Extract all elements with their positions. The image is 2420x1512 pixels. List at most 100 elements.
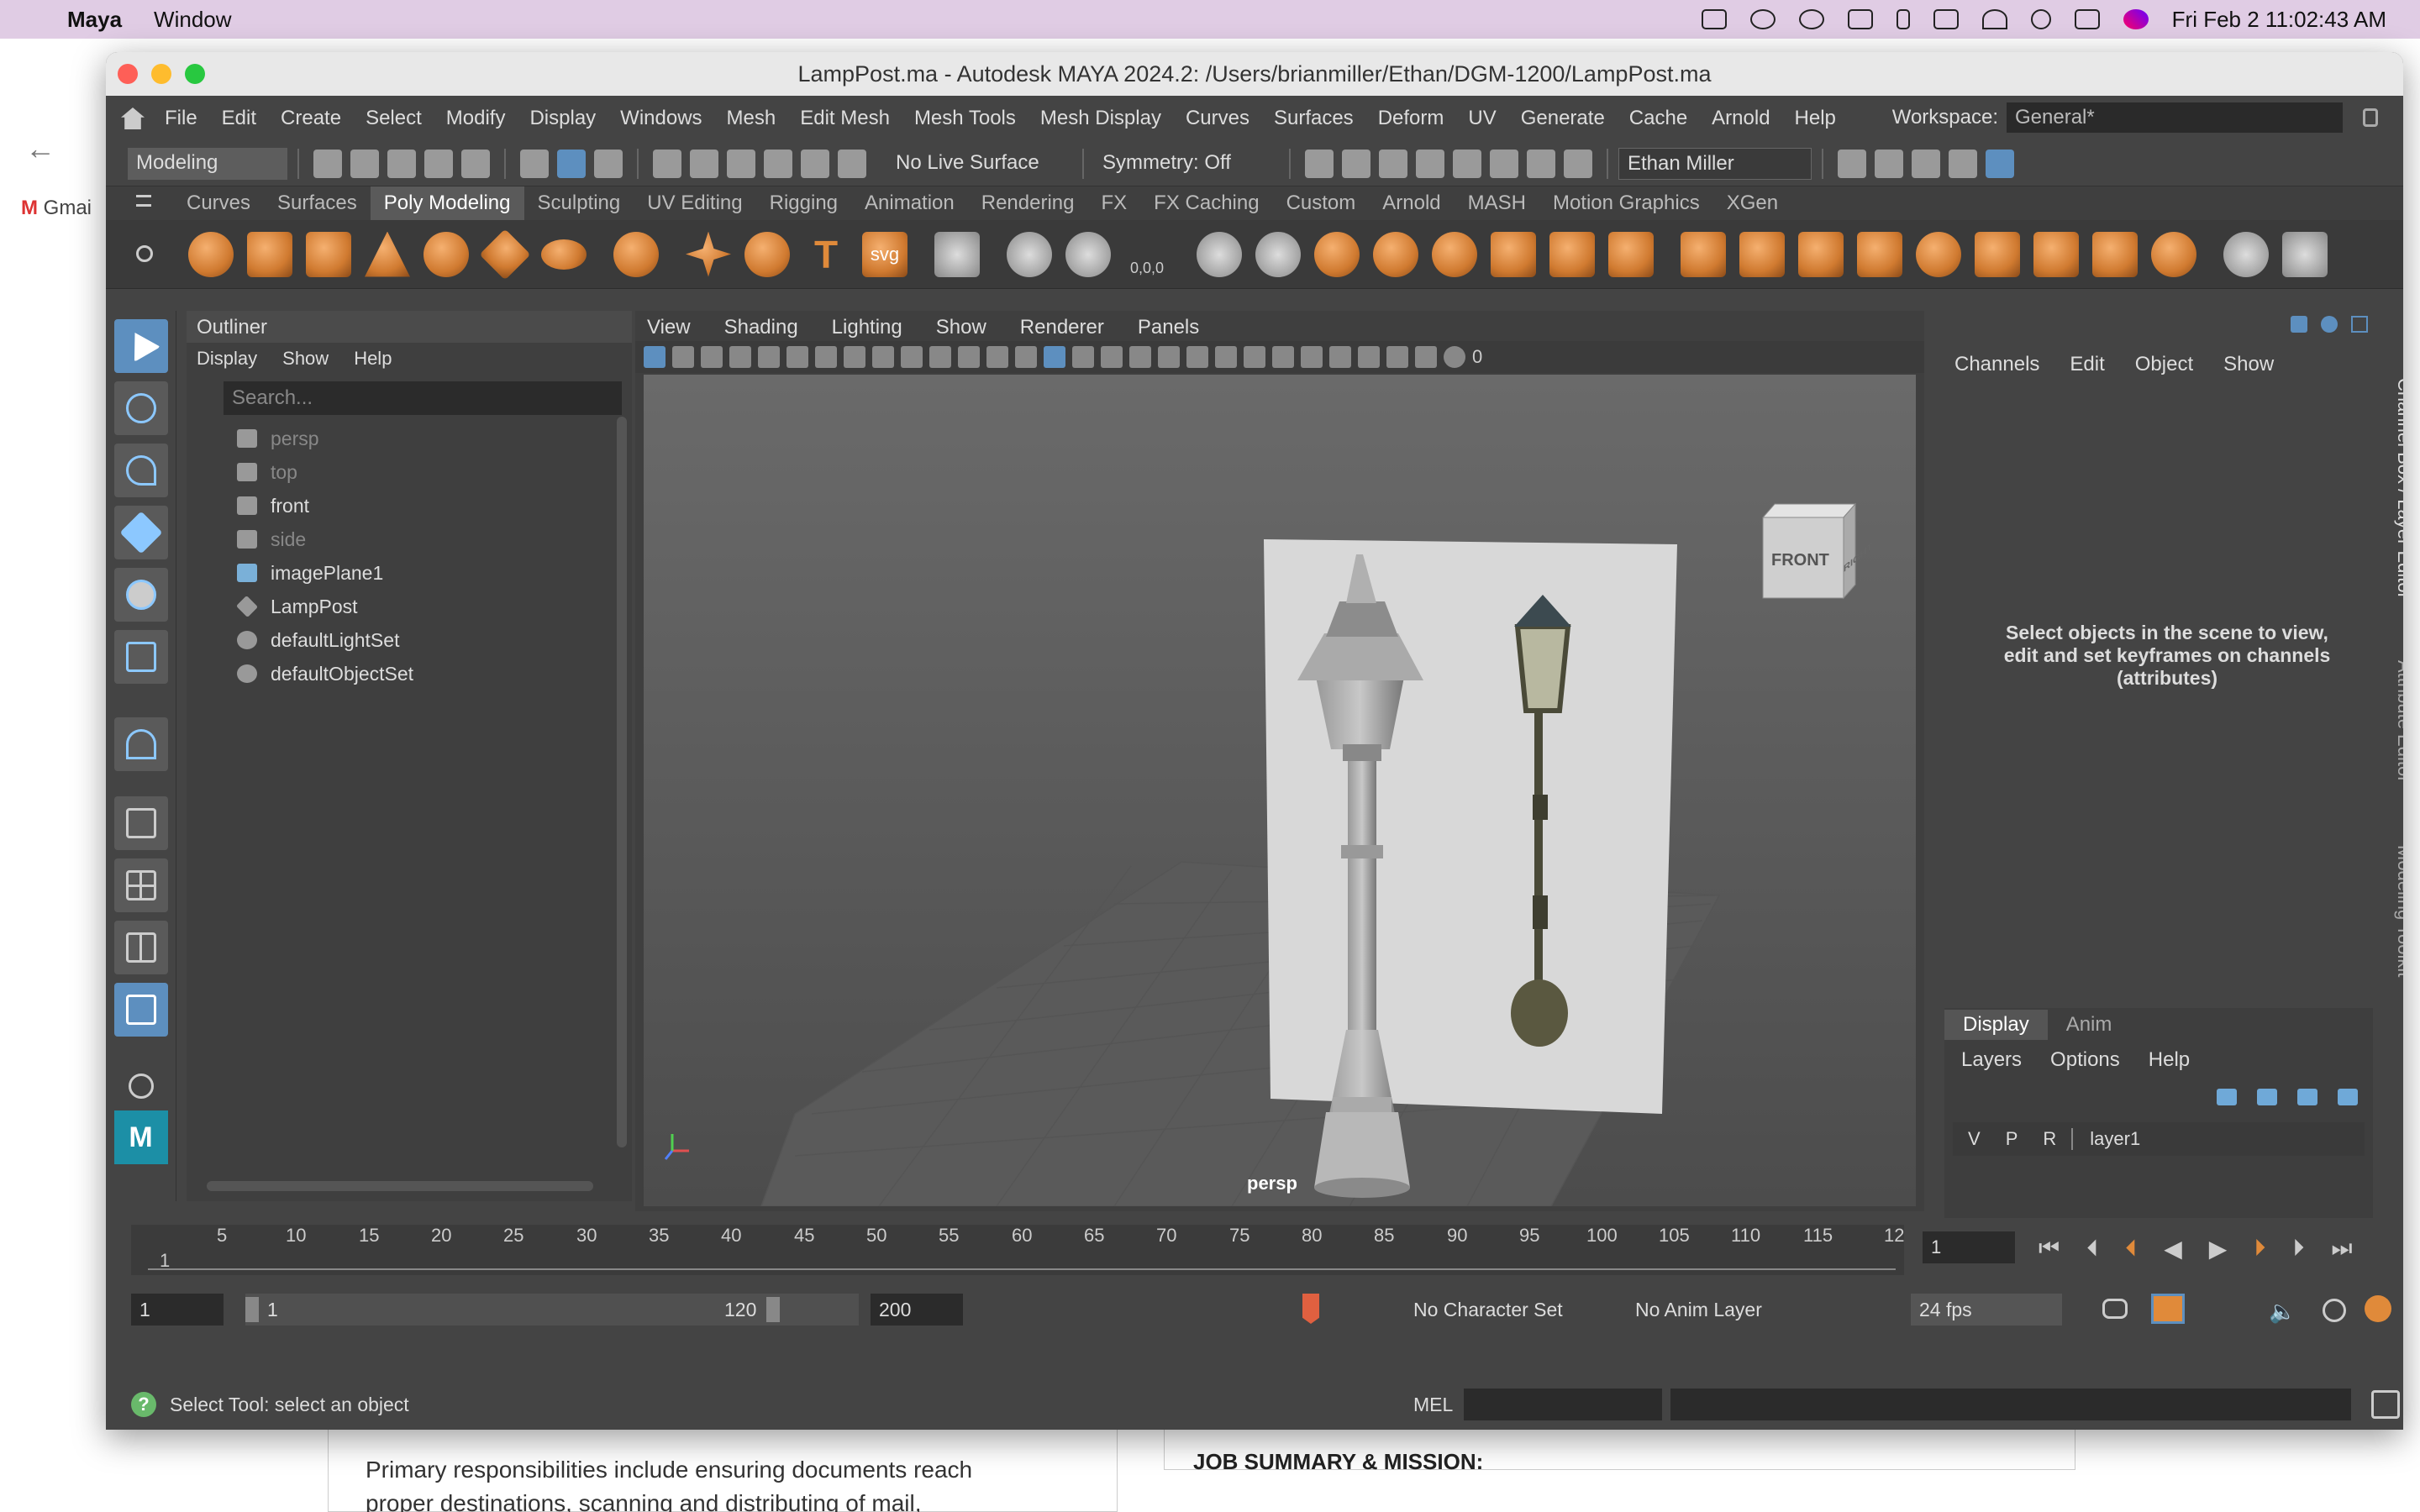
- symmetry-dropdown[interactable]: Symmetry: Off: [1094, 147, 1279, 180]
- workspace-dropdown[interactable]: General*: [2007, 102, 2343, 133]
- snap-grid-icon[interactable]: [653, 149, 681, 178]
- render-view-icon[interactable]: [1305, 149, 1334, 178]
- super-shape-icon[interactable]: [686, 231, 731, 277]
- menu-windows[interactable]: Windows: [620, 107, 702, 130]
- viewport-menu-view[interactable]: View: [647, 316, 691, 339]
- motion-blur-icon[interactable]: [1244, 346, 1265, 368]
- move-layer-up-icon[interactable]: [2217, 1089, 2237, 1105]
- viewport-menu-lighting[interactable]: Lighting: [832, 316, 902, 339]
- current-frame-field[interactable]: 1: [1923, 1231, 2015, 1263]
- remesh-icon[interactable]: [1491, 231, 1536, 277]
- minimize-button[interactable]: [151, 64, 171, 84]
- fill-hole-icon[interactable]: [1857, 231, 1902, 277]
- layer-menu-options[interactable]: Options: [2050, 1048, 2120, 1072]
- go-to-start-icon[interactable]: ⏮: [2039, 1235, 2060, 1263]
- freeze-transforms-icon[interactable]: 0,0,0: [1124, 232, 1170, 277]
- clock-pivot-icon[interactable]: [1065, 231, 1111, 277]
- wifi-icon[interactable]: [1981, 9, 2007, 29]
- append-icon[interactable]: [1798, 231, 1844, 277]
- step-forward-key-icon[interactable]: ⏵: [2254, 1235, 2265, 1263]
- bridge-icon[interactable]: [1739, 231, 1785, 277]
- sound-icon[interactable]: 🔈: [2269, 1299, 2296, 1325]
- tab-xgen[interactable]: XGen: [1713, 186, 1791, 220]
- menu-mesh-tools[interactable]: Mesh Tools: [914, 107, 1016, 130]
- menu-generate[interactable]: Generate: [1521, 107, 1605, 130]
- creative-cloud-icon[interactable]: [1749, 9, 1776, 29]
- outliner-item-defaultobjectset[interactable]: defaultObjectSet: [237, 657, 632, 690]
- smooth-shade-icon[interactable]: [1044, 346, 1065, 368]
- layer-name[interactable]: layer1: [2071, 1128, 2140, 1150]
- dropbox-icon[interactable]: [1701, 9, 1727, 29]
- poly-cube-icon[interactable]: [247, 231, 292, 277]
- toggle-channel-box-icon[interactable]: [1875, 149, 1903, 178]
- select-camera-icon[interactable]: [644, 346, 666, 368]
- layer-menu-layers[interactable]: Layers: [1961, 1048, 2022, 1072]
- search-icon[interactable]: [128, 1074, 154, 1099]
- play-backwards-icon[interactable]: ◀: [2164, 1235, 2182, 1263]
- multisample-aa-icon[interactable]: [1272, 346, 1294, 368]
- menu-help[interactable]: Help: [1795, 107, 1836, 130]
- outliner-scrollbar[interactable]: [617, 417, 627, 1147]
- xray-joints-icon[interactable]: [1386, 346, 1408, 368]
- tab-poly-modeling[interactable]: Poly Modeling: [370, 186, 524, 220]
- home-icon[interactable]: [121, 108, 145, 129]
- menu-window[interactable]: Window: [154, 7, 231, 33]
- bookmark-icon[interactable]: [701, 346, 723, 368]
- target-weld-icon[interactable]: [1975, 231, 2020, 277]
- refresh-icon[interactable]: [1444, 346, 1465, 368]
- play-icon[interactable]: [1798, 9, 1824, 29]
- tab-sculpting[interactable]: Sculpting: [524, 186, 634, 220]
- poly-torus-icon[interactable]: [424, 231, 469, 277]
- channel-box-icon-3[interactable]: [2351, 316, 2368, 333]
- tab-display[interactable]: Display: [1944, 1010, 2048, 1040]
- tab-fx-caching[interactable]: FX Caching: [1140, 186, 1272, 220]
- animation-prefs-icon[interactable]: [2323, 1299, 2346, 1322]
- outliner-menu-display[interactable]: Display: [197, 348, 257, 370]
- lasso-tool-button[interactable]: [113, 381, 168, 435]
- snap-point-icon[interactable]: [727, 149, 755, 178]
- light-editor-icon[interactable]: [1527, 149, 1555, 178]
- toggle-attribute-editor-icon[interactable]: [1949, 149, 1977, 178]
- safe-action-icon[interactable]: [958, 346, 980, 368]
- poly-sphere-icon[interactable]: [188, 231, 234, 277]
- outliner-item-front[interactable]: front: [237, 489, 632, 522]
- rotate-tool-button[interactable]: [113, 568, 168, 622]
- channel-box-icon-1[interactable]: [2291, 316, 2307, 333]
- menu-arnold[interactable]: Arnold: [1712, 107, 1770, 130]
- outliner-layout-button[interactable]: [113, 983, 168, 1037]
- search-icon[interactable]: [2030, 9, 2051, 29]
- viewport-menu-renderer[interactable]: Renderer: [1020, 316, 1104, 339]
- app-menu-maya[interactable]: Maya: [67, 7, 122, 33]
- pause-icon[interactable]: [1564, 149, 1592, 178]
- title-bar[interactable]: LampPost.ma - Autodesk MAYA 2024.2: /Use…: [106, 52, 2403, 96]
- menu-mesh-display[interactable]: Mesh Display: [1040, 107, 1161, 130]
- layer-playback[interactable]: P: [2006, 1128, 2018, 1150]
- poly-cylinder-icon[interactable]: [306, 231, 351, 277]
- uv-layout-icon[interactable]: [2282, 231, 2328, 277]
- outliner-item-lamppost[interactable]: LampPost: [235, 590, 632, 623]
- toggle-layout-icon[interactable]: [1986, 149, 2014, 178]
- outliner-item-imageplane1[interactable]: imagePlane1: [237, 556, 632, 590]
- layer-row[interactable]: V P R layer1: [1953, 1122, 2365, 1156]
- outliner-search-input[interactable]: Search...: [224, 381, 622, 415]
- outliner-h-scrollbar[interactable]: [207, 1181, 593, 1191]
- side-tab-channel-box[interactable]: Channel Box / Layer Editor: [2390, 378, 2403, 599]
- outliner-item-top[interactable]: top: [237, 455, 632, 489]
- select-component-icon[interactable]: [594, 149, 623, 178]
- menu-curves[interactable]: Curves: [1186, 107, 1249, 130]
- toggle-tool-settings-icon[interactable]: [1912, 149, 1940, 178]
- redo-icon[interactable]: [461, 149, 490, 178]
- resolution-gate-icon[interactable]: [872, 346, 894, 368]
- last-tool-button[interactable]: [113, 717, 168, 771]
- type-tool-icon[interactable]: T: [803, 232, 849, 277]
- tab-animation[interactable]: Animation: [851, 186, 968, 220]
- keyframe-icon[interactable]: [1302, 1294, 1319, 1324]
- use-all-lights-icon[interactable]: [1158, 346, 1180, 368]
- render-icon[interactable]: [1342, 149, 1370, 178]
- channel-menu-object[interactable]: Object: [2135, 353, 2193, 376]
- help-icon[interactable]: ?: [131, 1392, 156, 1417]
- single-pane-layout-button[interactable]: [113, 796, 168, 850]
- boolean-icon[interactable]: [1432, 231, 1477, 277]
- layer-visibility[interactable]: V: [1968, 1128, 1981, 1150]
- snap-live-icon[interactable]: [838, 149, 866, 178]
